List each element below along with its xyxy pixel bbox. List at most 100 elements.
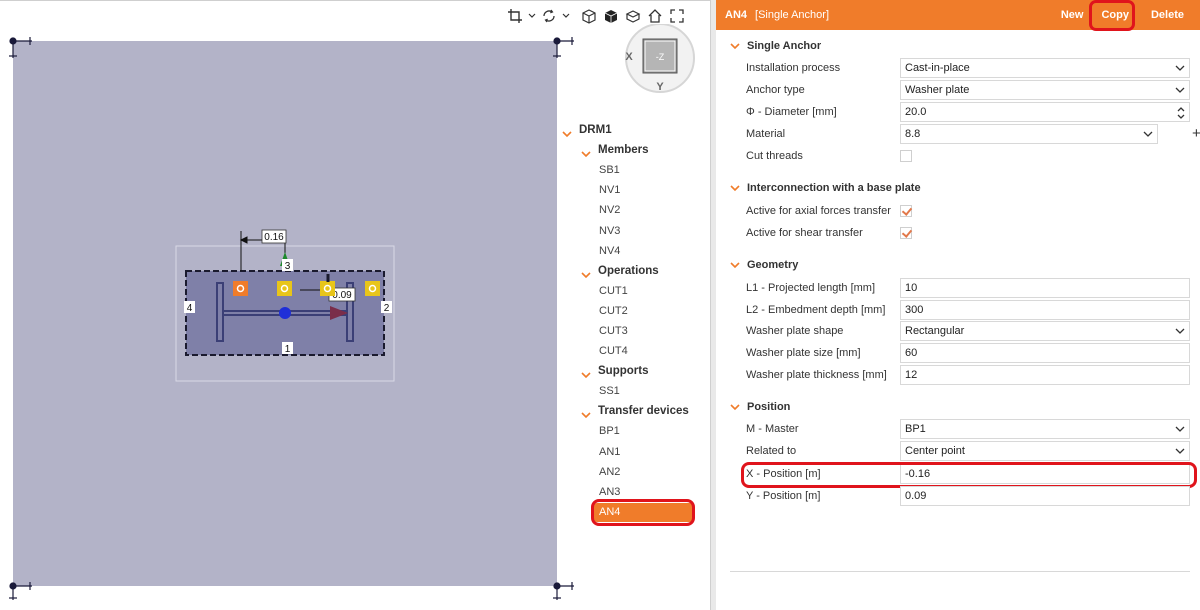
diameter-input[interactable]: 20.0 [900, 102, 1190, 122]
tree-item-cut4[interactable]: CUT4 [560, 341, 710, 361]
anchor-type-select[interactable]: Washer plate [900, 80, 1190, 100]
chevron-down-icon [1143, 131, 1153, 137]
field-label: Washer plate thickness [mm] [746, 369, 887, 381]
chevron-down-icon [730, 262, 740, 269]
edge-label-2: 2 [384, 303, 390, 314]
section-interconnection[interactable]: Interconnection with a base plate [730, 182, 921, 194]
row-cut-threads: Cut threads [746, 146, 1192, 166]
field-label: Related to [746, 445, 797, 457]
corner-marker-tr [553, 37, 574, 58]
tree-item-cut1[interactable]: CUT1 [560, 281, 710, 301]
washer-size-input[interactable]: 60 [900, 343, 1190, 363]
chevron-down-icon [730, 404, 740, 411]
chevron-down-icon[interactable] [581, 366, 593, 379]
field-label: Y - Position [m] [746, 490, 821, 502]
tree-item-label: NV4 [599, 244, 621, 257]
tree-group-supports[interactable]: Supports [560, 361, 710, 381]
offset-label: 0.09 [332, 290, 352, 301]
chevron-down-icon [1175, 448, 1185, 454]
field-label: Cut threads [746, 150, 803, 162]
field-value: Center point [905, 445, 965, 457]
cut-threads-checkbox[interactable] [900, 150, 912, 162]
washer-shape-select[interactable]: Rectangular [900, 321, 1190, 341]
row-related-to: Related to Center point [746, 441, 1192, 461]
field-value: 8.8 [905, 128, 921, 140]
tree-item-an1[interactable]: AN1 [560, 442, 710, 462]
tree-item-cut2[interactable]: CUT2 [560, 301, 710, 321]
panel-divider [730, 571, 1190, 572]
properties-header: AN4 [Single Anchor] New Copy Delete [716, 0, 1200, 31]
tree-group-label: Transfer devices [598, 405, 689, 418]
field-value: 60 [905, 347, 918, 359]
section-single-anchor[interactable]: Single Anchor [730, 40, 821, 52]
tree-item-bp1[interactable]: BP1 [560, 421, 710, 441]
tree-item-nv2[interactable]: NV2 [560, 200, 710, 220]
tree-group-members[interactable]: Members [560, 140, 710, 160]
section-position[interactable]: Position [730, 401, 790, 413]
tree-item-cut3[interactable]: CUT3 [560, 321, 710, 341]
tree-item-label: SS1 [599, 385, 620, 398]
chevron-down-icon [730, 43, 740, 50]
field-label: Anchor type [746, 84, 805, 96]
embedment-depth-input[interactable]: 300 [900, 300, 1190, 320]
corner-marker-br [553, 582, 574, 600]
3d-viewport[interactable]: 0.16 0.09 1 2 3 4 -Z X Y DRM1 Members SB… [0, 0, 710, 610]
field-label: M - Master [746, 423, 799, 435]
tree-item-label: NV3 [599, 224, 621, 237]
chevron-down-icon[interactable] [562, 125, 574, 138]
tree-group-label: Operations [598, 264, 659, 277]
shear-transfer-checkbox[interactable] [900, 227, 912, 239]
spinner-icon[interactable] [1176, 105, 1186, 121]
new-button[interactable]: New [1055, 9, 1090, 21]
tree-item-label: CUT1 [599, 284, 628, 297]
tree-item-label: BP1 [599, 425, 620, 438]
field-label: Washer plate size [mm] [746, 347, 861, 359]
chevron-down-icon [1175, 426, 1185, 432]
tree-item-ss1[interactable]: SS1 [560, 381, 710, 401]
anchor-an3 [320, 281, 335, 296]
material-select[interactable]: 8.8 [900, 124, 1158, 144]
chevron-down-icon[interactable] [581, 406, 593, 419]
tree-group-transfer-devices[interactable]: Transfer devices [560, 401, 710, 421]
row-l2: L2 - Embedment depth [mm] 300 [746, 300, 1192, 320]
tree-item-label: NV1 [599, 184, 621, 197]
tree-item-label: AN1 [599, 445, 621, 458]
master-select[interactable]: BP1 [900, 419, 1190, 439]
delete-button[interactable]: Delete [1145, 9, 1190, 21]
tree-item-nv3[interactable]: NV3 [560, 220, 710, 240]
tree-group-operations[interactable]: Operations [560, 261, 710, 281]
tree-node-root[interactable]: DRM1 [560, 120, 710, 140]
y-position-input[interactable]: 0.09 [900, 486, 1190, 506]
add-material-icon[interactable]: + [1192, 126, 1200, 142]
row-washer-thickness: Washer plate thickness [mm] 12 [746, 365, 1192, 385]
navigation-cube[interactable]: -Z X Y [617, 23, 703, 102]
axial-transfer-checkbox[interactable] [900, 205, 912, 217]
tree-item-sb1[interactable]: SB1 [560, 160, 710, 180]
washer-thickness-input[interactable]: 12 [900, 365, 1190, 385]
model-tree: DRM1 Members SB1 NV1 NV2 NV3 NV4 Operati… [560, 120, 710, 526]
tree-item-nv1[interactable]: NV1 [560, 180, 710, 200]
row-y-position: Y - Position [m] 0.09 [746, 486, 1192, 506]
copy-button[interactable]: Copy [1089, 0, 1137, 31]
projected-length-input[interactable]: 10 [900, 278, 1190, 298]
field-value: 300 [905, 304, 924, 316]
tree-item-nv4[interactable]: NV4 [560, 241, 710, 261]
section-geometry[interactable]: Geometry [730, 259, 798, 271]
related-to-select[interactable]: Center point [900, 441, 1190, 461]
row-master: M - Master BP1 [746, 419, 1192, 439]
chevron-down-icon[interactable] [581, 145, 593, 158]
edge-label-3: 3 [285, 261, 291, 272]
navcube-y-label: Y [656, 81, 664, 93]
tree-item-an4[interactable]: AN4 [560, 498, 710, 526]
field-value: 0.09 [905, 490, 927, 502]
edge-label-1: 1 [285, 344, 291, 355]
field-value: 12 [905, 369, 918, 381]
installation-process-select[interactable]: Cast-in-place [900, 58, 1190, 78]
row-axial-transfer: Active for axial forces transfer [746, 201, 1192, 221]
field-value: BP1 [905, 423, 926, 435]
row-l1: L1 - Projected length [mm] 10 [746, 278, 1192, 298]
chevron-down-icon[interactable] [581, 266, 593, 278]
section-title: Position [747, 401, 791, 413]
tree-item-an2[interactable]: AN2 [560, 462, 710, 482]
entity-id: AN4 [725, 9, 748, 21]
